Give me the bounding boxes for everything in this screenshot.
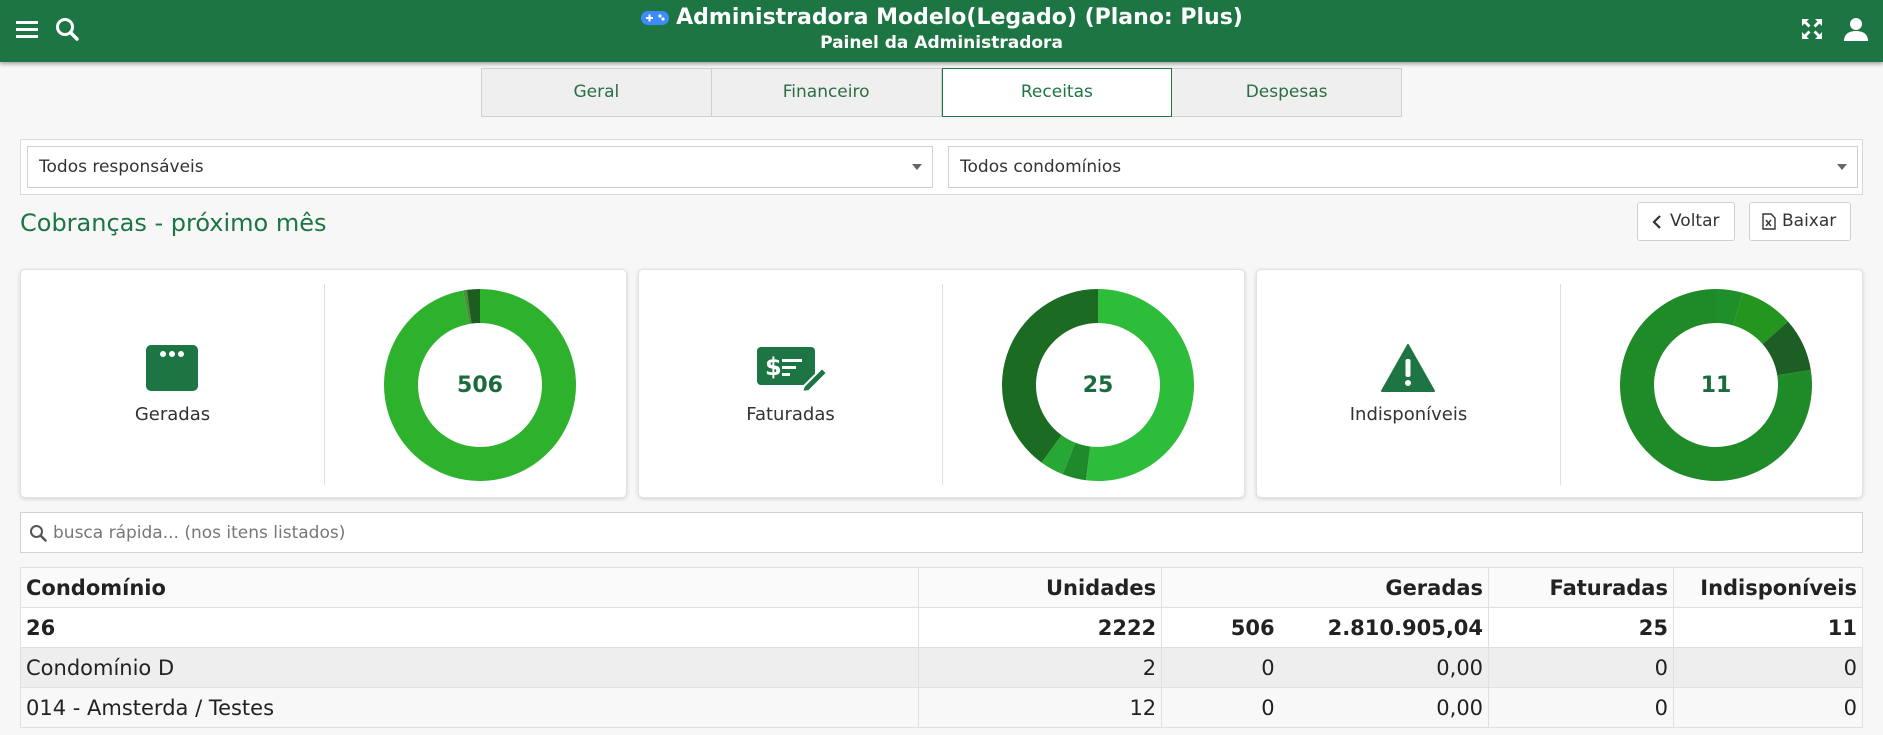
column-header-faturadas[interactable]: Faturadas <box>1488 567 1674 608</box>
warning-icon <box>1381 344 1435 392</box>
chevron-down-icon <box>912 164 922 170</box>
download-button-label: Baixar <box>1782 211 1837 231</box>
cell-geradas-valor: 0,00 <box>1279 647 1490 688</box>
total-indisponiveis: 11 <box>1672 607 1864 648</box>
condominios-select[interactable]: Todos condomínios <box>948 146 1858 188</box>
gamepad-icon <box>641 11 670 25</box>
card-faturadas: $ Faturadas 25 <box>638 269 1245 498</box>
tab-bar: Geral Financeiro Receitas Despesas <box>481 68 1402 117</box>
card-value: 506 <box>457 372 503 398</box>
cell-condominio: 014 - Amsterda / Testes <box>19 687 920 728</box>
total-geradas-count: 506 <box>1161 607 1280 648</box>
total-condominio: 26 <box>19 607 920 648</box>
cell-geradas-count: 0 <box>1161 647 1280 688</box>
column-header-condominio[interactable]: Condomínio <box>19 567 920 608</box>
card-label: Faturadas <box>746 404 835 425</box>
cell-faturadas: 0 <box>1488 687 1674 728</box>
column-header-unidades[interactable]: Unidades <box>918 567 1163 608</box>
responsaveis-select[interactable]: Todos responsáveis <box>27 146 933 188</box>
back-button[interactable]: Voltar <box>1637 202 1735 241</box>
table-row[interactable]: Condomínio D 2 0 0,00 0 0 <box>19 647 1864 688</box>
cell-indisponiveis: 0 <box>1672 687 1864 728</box>
tab-financeiro[interactable]: Financeiro <box>711 68 942 117</box>
column-header-geradas[interactable]: Geradas <box>1161 567 1490 608</box>
chevron-down-icon <box>1837 164 1847 170</box>
table-row[interactable]: 014 - Amsterda / Testes 12 0 0,00 0 0 <box>19 687 1864 728</box>
tab-receitas[interactable]: Receitas <box>941 68 1173 117</box>
card-label: Geradas <box>134 404 211 425</box>
cell-geradas-count: 0 <box>1161 687 1280 728</box>
condominios-select-value: Todos condomínios <box>960 157 1122 177</box>
card-label: Indisponíveis <box>1349 404 1468 425</box>
responsaveis-select-value: Todos responsáveis <box>39 157 204 177</box>
cell-geradas-valor: 0,00 <box>1279 687 1490 728</box>
quick-search <box>20 512 1863 553</box>
back-button-label: Voltar <box>1670 211 1720 231</box>
quick-search-input[interactable] <box>53 522 1843 543</box>
svg-text:$: $ <box>765 353 782 381</box>
total-faturadas: 25 <box>1488 607 1674 648</box>
bill-edit-icon: $ <box>757 347 828 392</box>
window-dots-icon <box>146 345 198 391</box>
section-title: Cobranças - próximo mês <box>20 209 327 237</box>
filters-panel: Todos responsáveis Todos condomínios <box>20 139 1863 195</box>
download-button[interactable]: Baixar <box>1749 202 1852 241</box>
app-subtitle: Painel da Administradora <box>820 33 1063 53</box>
chevron-left-icon <box>1652 214 1661 229</box>
cell-unidades: 2 <box>918 647 1163 688</box>
cell-faturadas: 0 <box>1488 647 1674 688</box>
search-icon <box>30 524 47 542</box>
card-value: 25 <box>1082 372 1114 398</box>
top-bar: Administradora Modelo(Legado) (Plano: Pl… <box>0 0 1883 62</box>
card-geradas: Geradas 506 <box>20 269 627 498</box>
app-title: Administradora Modelo(Legado) (Plano: Pl… <box>676 5 1243 30</box>
table-header-row: Condomínio Unidades Geradas Faturadas In… <box>19 567 1864 608</box>
cell-condominio: Condomínio D <box>19 647 920 688</box>
cell-indisponiveis: 0 <box>1672 647 1864 688</box>
table-total-row: 26 2222 506 2.810.905,04 25 11 <box>19 607 1864 648</box>
tab-geral[interactable]: Geral <box>481 68 712 117</box>
condominios-table: Condomínio Unidades Geradas Faturadas In… <box>19 567 1864 728</box>
card-value: 11 <box>1700 372 1732 398</box>
column-header-indisponiveis[interactable]: Indisponíveis <box>1672 567 1864 608</box>
excel-file-icon <box>1762 213 1776 230</box>
tab-despesas[interactable]: Despesas <box>1172 68 1402 117</box>
total-geradas-valor: 2.810.905,04 <box>1279 607 1490 648</box>
user-icon[interactable] <box>1843 16 1869 42</box>
total-unidades: 2222 <box>918 607 1163 648</box>
card-indisponiveis: Indisponíveis 11 <box>1256 269 1863 498</box>
cell-unidades: 12 <box>918 687 1163 728</box>
fullscreen-icon[interactable] <box>1799 16 1825 42</box>
app-title-row: Administradora Modelo(Legado) (Plano: Pl… <box>640 3 1243 33</box>
